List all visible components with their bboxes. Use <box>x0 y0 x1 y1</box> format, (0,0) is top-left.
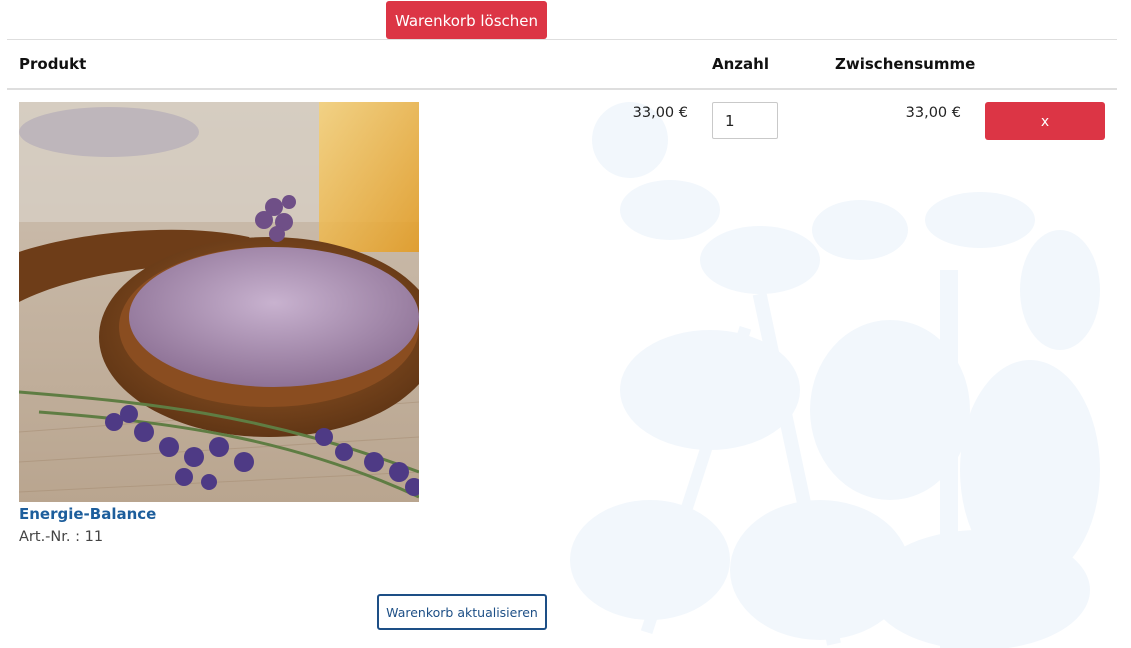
article-number: Art.-Nr. : 11 <box>19 529 104 545</box>
column-header-product: Produkt <box>19 55 87 73</box>
divider <box>7 39 1117 40</box>
unit-price: 33,00 € <box>632 105 688 121</box>
column-header-subtotal: Zwischensumme <box>835 55 976 73</box>
product-image[interactable] <box>19 102 419 502</box>
lavender-salt-image-icon <box>19 102 419 502</box>
quantity-input[interactable] <box>712 102 778 139</box>
column-header-quantity: Anzahl <box>712 55 769 73</box>
product-name-link[interactable]: Energie-Balance <box>19 505 156 523</box>
clear-cart-button[interactable]: Warenkorb löschen <box>386 1 547 39</box>
update-cart-button[interactable]: Warenkorb aktualisieren <box>377 594 547 630</box>
row-subtotal: 33,00 € <box>905 105 961 121</box>
cart-page: Warenkorb löschen Produkt Anzahl Zwische… <box>0 0 1131 648</box>
remove-item-button[interactable]: x <box>985 102 1105 140</box>
header-divider <box>7 88 1117 90</box>
